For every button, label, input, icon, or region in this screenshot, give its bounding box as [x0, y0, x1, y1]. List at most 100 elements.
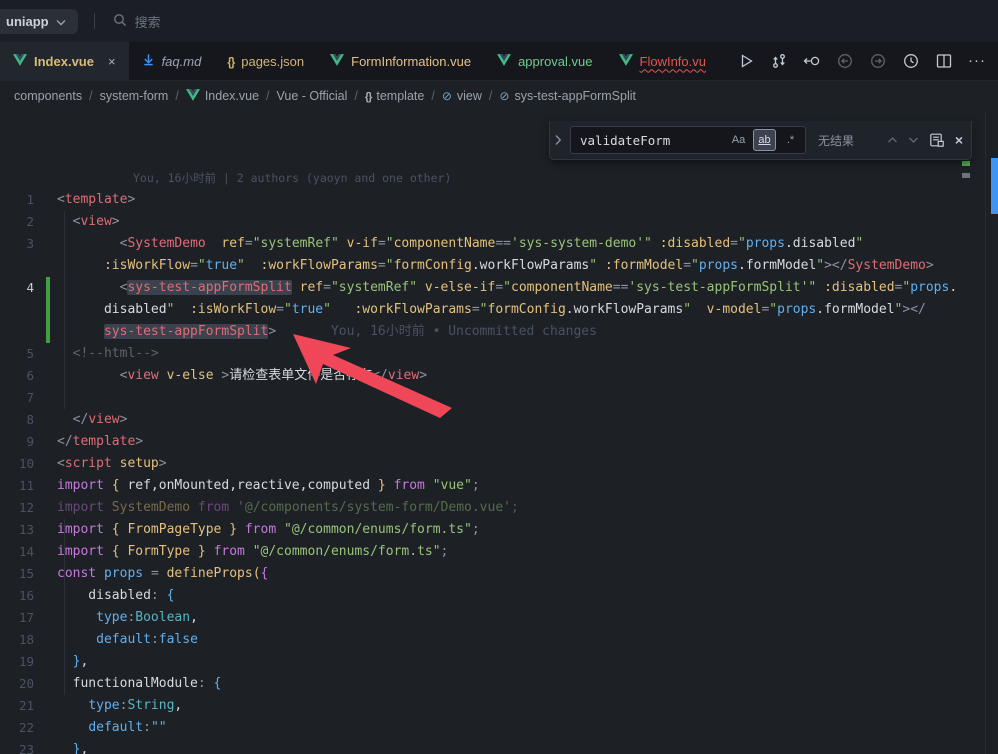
breadcrumb-separator: /: [266, 89, 269, 103]
line-number: 15: [0, 563, 34, 585]
open-changes-icon[interactable]: [803, 52, 821, 70]
code-text: import { ref,onMounted,reactive,computed…: [34, 475, 480, 497]
overview-ruler-highlight-mark: [962, 173, 970, 178]
breadcrumb-label: view: [457, 89, 482, 103]
breadcrumb-item-index-vue[interactable]: Index.vue: [186, 89, 259, 104]
code-text: type:String,: [34, 695, 182, 717]
match-case-toggle[interactable]: Aa: [727, 129, 750, 151]
global-search-box[interactable]: 搜索: [113, 12, 161, 31]
braces-icon: { }: [365, 89, 371, 103]
split-editor-icon[interactable]: [935, 52, 953, 70]
code-editor[interactable]: You, 16小时前 | 2 authors (yaoyn and one ot…: [0, 111, 998, 754]
breadcrumb-item-vue-official[interactable]: Vue - Official: [277, 89, 348, 103]
chevron-down-icon: [56, 14, 66, 29]
code-text: disabled: {: [34, 585, 174, 607]
breadcrumb-item-view[interactable]: ⊘ view: [442, 89, 482, 103]
close-tab-icon[interactable]: ×: [108, 54, 116, 69]
timeline-icon[interactable]: [902, 52, 920, 70]
tab-index-vue[interactable]: Index.vue ×: [0, 42, 129, 80]
breadcrumb-label: sys-test-appFormSplit: [514, 89, 636, 103]
line-number: 13: [0, 519, 34, 541]
line-number: 23: [0, 739, 34, 754]
tab-approval-vue[interactable]: approval.vue: [484, 42, 605, 80]
code-text: },: [34, 651, 88, 673]
line-number: 6: [0, 365, 34, 387]
vue-file-icon: [497, 54, 511, 69]
nav-forward-icon[interactable]: [869, 52, 887, 70]
git-blame-annotation: You, 16小时前 | 2 authors (yaoyn and one ot…: [0, 167, 998, 189]
git-compare-icon[interactable]: [770, 52, 788, 70]
code-text: </view>: [34, 409, 127, 431]
vue-file-icon: [619, 54, 633, 69]
code-line: 4 <sys-test-appFormSplit ref="systemRef"…: [0, 277, 998, 299]
code-text: <template>: [34, 189, 135, 211]
scrollbar-thumb[interactable]: [991, 158, 998, 214]
line-number: 5: [0, 343, 34, 365]
breadcrumb-separator: /: [489, 89, 492, 103]
tab-label: FormInformation.vue: [351, 54, 471, 69]
workspace-menu-label: uniapp: [6, 14, 49, 29]
global-search-placeholder: 搜索: [135, 12, 161, 31]
md-down-file-icon: [142, 53, 155, 69]
find-previous-button[interactable]: [887, 136, 898, 144]
find-in-selection-button[interactable]: [929, 132, 945, 148]
code-line: 5 <!--html-->: [0, 343, 998, 365]
tab-forminformation-vue[interactable]: FormInformation.vue: [317, 42, 484, 80]
title-bar: uniapp 搜索: [0, 0, 998, 42]
overview-ruler-modified-mark: [962, 161, 970, 166]
regex-toggle[interactable]: .*: [779, 129, 802, 151]
code-line: 10<script setup>: [0, 453, 998, 475]
breadcrumb-separator: /: [89, 89, 92, 103]
code-line: 17 type:Boolean,: [0, 607, 998, 629]
line-number: 9: [0, 431, 34, 453]
breadcrumb-separator: /: [354, 89, 357, 103]
find-next-button[interactable]: [908, 136, 919, 144]
code-text: default:"": [34, 717, 167, 739]
more-actions-icon[interactable]: ···: [968, 52, 986, 70]
tab-pages-json[interactable]: { } pages.json: [214, 42, 317, 80]
tab-faq-md[interactable]: faq.md: [129, 42, 215, 80]
find-input[interactable]: validateForm Aa ab .*: [570, 126, 806, 154]
tab-label: faq.md: [162, 54, 202, 69]
breadcrumb-item-system-form[interactable]: system-form: [100, 89, 169, 103]
find-widget: validateForm Aa ab .* 无结果: [549, 121, 972, 160]
code-line: 9</template>: [0, 431, 998, 453]
code-line: 11import { ref,onMounted,reactive,comput…: [0, 475, 998, 497]
line-number: 14: [0, 541, 34, 563]
braces-file-icon: { }: [227, 54, 234, 69]
code-content: You, 16小时前 | 2 authors (yaoyn and one ot…: [0, 111, 998, 754]
line-number: 1: [0, 189, 34, 211]
symbol-icon: ⊘: [442, 89, 452, 103]
code-line: 13import { FromPageType } from "@/common…: [0, 519, 998, 541]
breadcrumb-item-template[interactable]: { } template: [365, 89, 424, 103]
tab-flowinfo-vu[interactable]: FlowInfo.vu: [606, 42, 719, 80]
run-icon[interactable]: [737, 52, 755, 70]
find-expand-chevron-icon[interactable]: [554, 134, 562, 146]
line-number: 2: [0, 211, 34, 233]
symbol-icon: ⊘: [499, 89, 509, 103]
code-line: 12import SystemDemo from '@/components/s…: [0, 497, 998, 519]
line-number: 20: [0, 673, 34, 695]
code-line: 8 </view>: [0, 409, 998, 431]
nav-back-icon[interactable]: [836, 52, 854, 70]
workspace-menu-button[interactable]: uniapp: [0, 9, 78, 34]
find-close-button[interactable]: ×: [955, 132, 963, 148]
breadcrumb: components / system-form / Index.vue / Vue - O…: [0, 81, 998, 111]
tab-label: approval.vue: [518, 54, 592, 69]
whole-word-toggle[interactable]: ab: [753, 129, 776, 151]
find-results-count: 无结果: [818, 132, 854, 149]
tab-label: pages.json: [241, 54, 304, 69]
tab-label: Index.vue: [34, 54, 94, 69]
code-line: 6 <view v-else >请检查表单文件是否存在</view>: [0, 365, 998, 387]
line-number: 21: [0, 695, 34, 717]
line-number: [0, 299, 34, 321]
breadcrumb-item-sys-test-appformsplit[interactable]: ⊘ sys-test-appFormSplit: [499, 89, 636, 103]
search-icon: [113, 13, 127, 30]
code-line: sys-test-appFormSplit> You, 16小时前 • Unco…: [0, 321, 998, 343]
code-line: 18 default:false: [0, 629, 998, 651]
code-text: },: [34, 739, 88, 754]
breadcrumb-item-components[interactable]: components: [14, 89, 82, 103]
breadcrumb-label: system-form: [100, 89, 169, 103]
breadcrumb-label: template: [376, 89, 424, 103]
code-line: 1<template>: [0, 189, 998, 211]
